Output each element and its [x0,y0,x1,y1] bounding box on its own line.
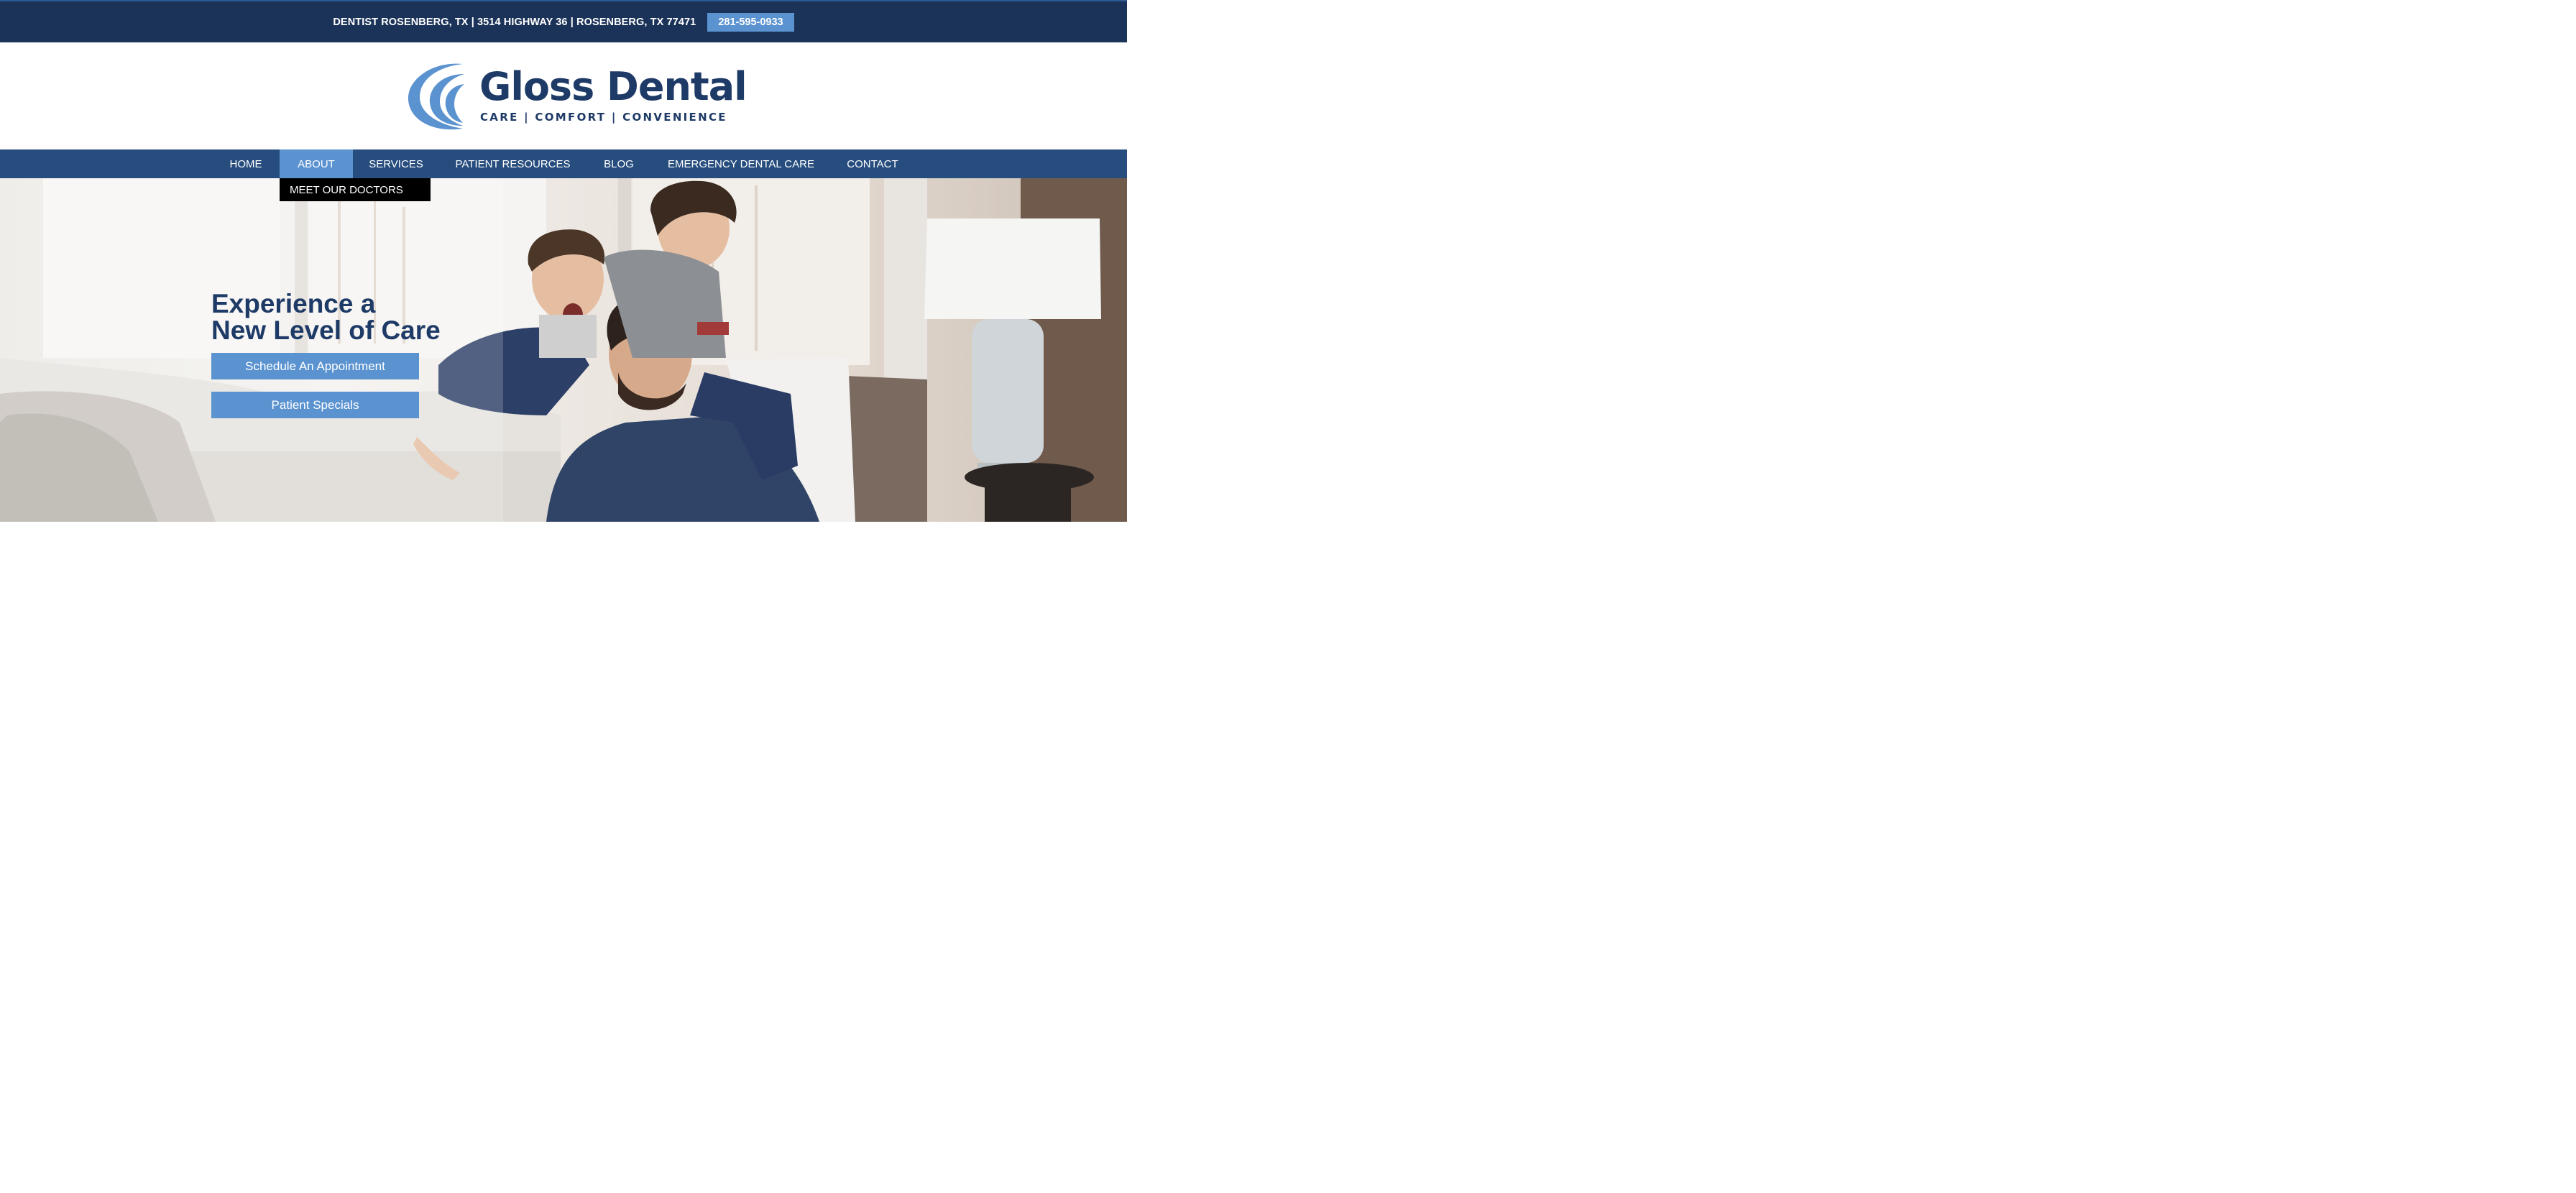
practice-address: DENTIST ROSENBERG, TX | 3514 HIGHWAY 36 … [333,16,696,28]
dropdown-item-meet-our-doctors[interactable]: MEET OUR DOCTORS [280,178,431,201]
hero-family-photo [0,178,1127,522]
nav-item-about[interactable]: ABOUT [280,149,353,178]
nav-item-services[interactable]: SERVICES [356,149,436,178]
hero-banner: Experience a New Level of Care Schedule … [0,178,1127,522]
nav-item-home[interactable]: HOME [216,149,276,178]
phone-button[interactable]: 281-595-0933 [707,12,794,32]
patient-specials-button[interactable]: Patient Specials [211,392,419,418]
top-info-bar: DENTIST ROSENBERG, TX | 3514 HIGHWAY 36 … [0,0,1127,42]
gloss-wave-logo-icon[interactable] [404,60,469,133]
nav-item-emergency-dental-care[interactable]: EMERGENCY DENTAL CARE [656,149,827,178]
nav-item-blog[interactable]: BLOG [591,149,647,178]
nav-item-contact[interactable]: CONTACT [834,149,911,178]
hero-headline-line1: Experience a [211,289,376,318]
hero-headline-line2: New Level of Care [211,315,441,345]
schedule-appointment-button[interactable]: Schedule An Appointment [211,353,419,379]
main-navigation: HOME ABOUT SERVICES PATIENT RESOURCES BL… [0,149,1127,178]
header-logo-area: Gloss Dental CARE | COMFORT | CONVENIENC… [0,42,1127,149]
hero-headline: Experience a New Level of Care [211,290,441,344]
nav-item-patient-resources[interactable]: PATIENT RESOURCES [443,149,583,178]
logo-wordmark[interactable]: Gloss Dental [479,64,748,110]
logo-tagline: CARE | COMFORT | CONVENIENCE [480,111,727,124]
